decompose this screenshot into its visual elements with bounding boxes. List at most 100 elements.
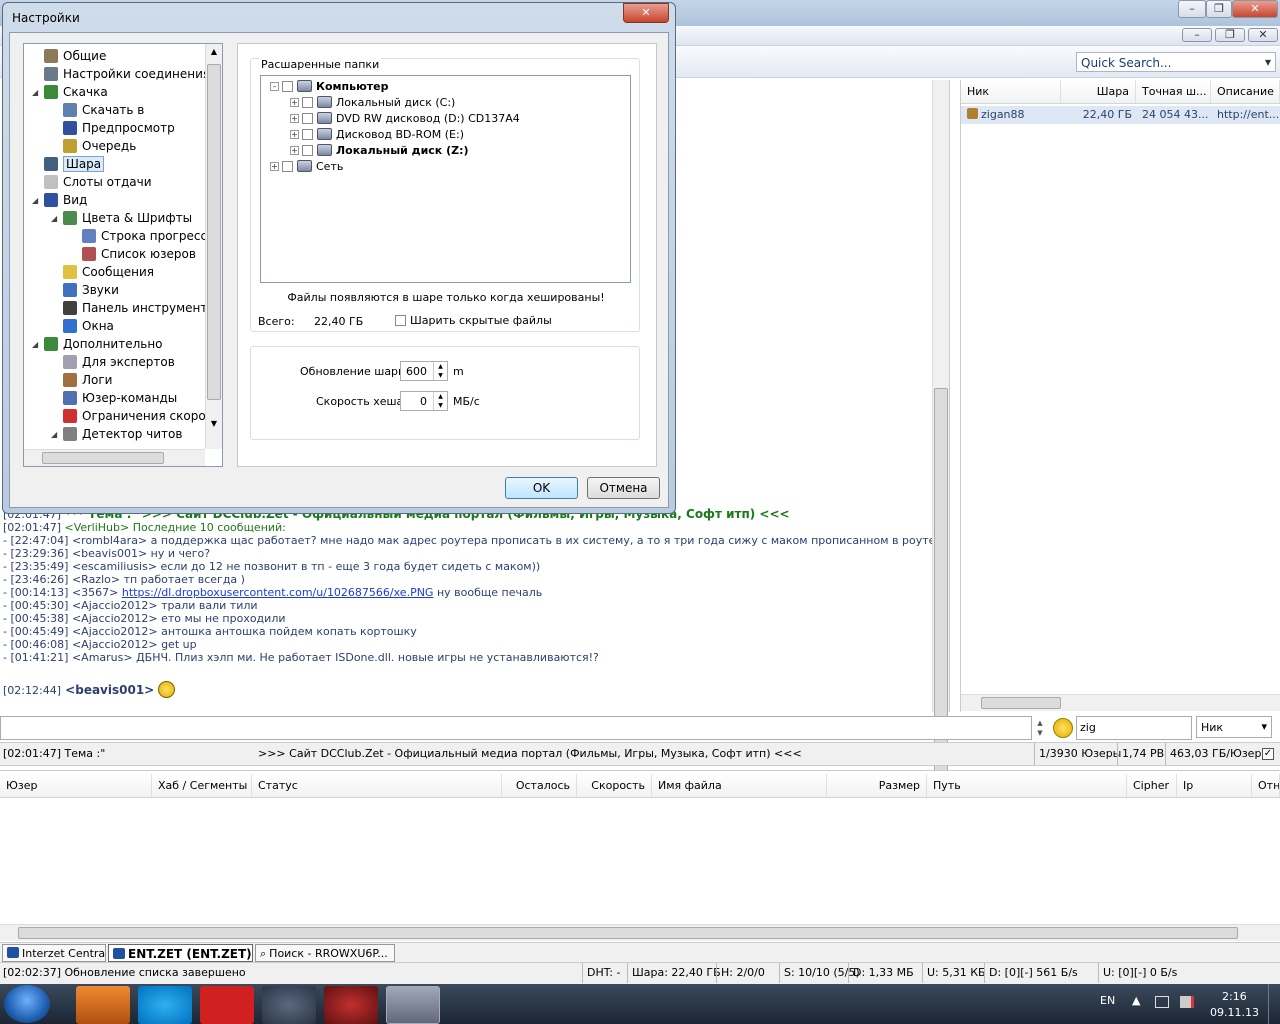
expand-arrow-icon[interactable]: ◢ (32, 88, 44, 97)
minimize-icon[interactable]: – (1178, 0, 1206, 18)
checkbox-icon[interactable] (282, 80, 293, 92)
col-nick[interactable]: Ник (961, 80, 1061, 103)
tab-hub-1[interactable]: Interzet Central... (2, 944, 106, 962)
tree-item[interactable]: ◢ Вид (24, 191, 87, 209)
tree-item[interactable]: ◢ Дополнительно (24, 335, 163, 353)
expand-icon[interactable]: + (290, 145, 299, 155)
checkbox-icon[interactable] (302, 112, 313, 124)
folder-item[interactable]: + Дисковод BD-ROM (E:) (261, 126, 464, 142)
checkbox-icon[interactable] (302, 96, 313, 108)
language-indicator[interactable]: EN (1100, 994, 1115, 1007)
hash-speed-input[interactable]: 0 ▲ ▼ (400, 391, 448, 411)
yandex-browser-icon[interactable] (200, 986, 254, 1024)
mdi-minimize-icon[interactable]: – (1182, 28, 1212, 42)
filter-select[interactable]: Ник ▾ (1196, 716, 1272, 738)
col-status[interactable]: Статус (252, 774, 502, 797)
network-icon[interactable] (1155, 996, 1169, 1008)
tree-item[interactable]: ◢ Скачка (24, 83, 108, 101)
col-cipher[interactable]: Cipher (1127, 774, 1177, 797)
tree-item[interactable]: Слоты отдачи (24, 173, 152, 191)
refresh-input[interactable]: 600 ▲ ▼ (400, 361, 448, 381)
chat-nick[interactable]: <beavis001> (61, 683, 154, 697)
clock-time[interactable]: 2:16 (1222, 990, 1247, 1003)
chat-link[interactable]: https://dl.dropboxusercontent.com/u/1026… (122, 586, 434, 599)
tab-hub-2[interactable]: ENT.ZET (ENT.ZET) (108, 944, 253, 962)
userlist-hscroll[interactable] (961, 694, 1280, 711)
tab-search[interactable]: ⌕ Поиск - RROWXU6P... (255, 944, 395, 962)
col-rel[interactable]: Отн (1252, 774, 1280, 797)
folder-item[interactable]: + DVD RW дисковод (D:) CD137A4 (261, 110, 520, 126)
col-remaining[interactable]: Осталось (502, 774, 577, 797)
spin-up-icon[interactable]: ▲ (433, 362, 447, 371)
tree-item[interactable]: Юзер-команды (24, 389, 177, 407)
ok-button[interactable]: OK (505, 477, 578, 499)
expand-icon[interactable]: + (290, 113, 299, 123)
dc-client-icon[interactable] (386, 986, 440, 1024)
col-share[interactable]: Шара (1061, 80, 1136, 103)
chevron-down-icon[interactable]: ▾ (1265, 55, 1271, 69)
mdi-close-icon[interactable]: ✕ (1248, 28, 1278, 42)
tree-vscroll[interactable]: ▲ ▼ (205, 44, 222, 449)
col-exact[interactable]: Точная ш... (1136, 80, 1211, 103)
transfer-hscroll-thumb[interactable] (18, 927, 1238, 939)
folder-item[interactable]: + Сеть (261, 158, 343, 174)
message-input[interactable] (0, 716, 1032, 740)
tree-item[interactable]: Окна (24, 317, 114, 335)
tree-item[interactable]: Скачать в (24, 101, 144, 119)
show-desktop-button[interactable] (1268, 984, 1280, 1024)
skype-icon[interactable] (138, 986, 192, 1024)
tree-hscroll[interactable] (24, 449, 205, 466)
tree-item[interactable]: ◢ Цвета & Шрифты (24, 209, 192, 227)
cancel-button[interactable]: Отмена (587, 477, 660, 499)
tree-item[interactable]: Очередь (24, 137, 136, 155)
expand-arrow-icon[interactable]: ◢ (51, 214, 63, 223)
close-icon[interactable]: ✕ (1232, 0, 1278, 18)
nick-filter-input[interactable]: zig (1076, 716, 1192, 740)
mdi-restore-icon[interactable]: ❐ (1215, 28, 1245, 42)
tray-arrow-icon[interactable]: ▲ (1132, 994, 1140, 1007)
tree-item[interactable]: Для экспертов (24, 353, 175, 371)
user-row[interactable]: zigan88 22,40 ГБ 24 054 43... http://ent… (961, 106, 1280, 124)
tree-item[interactable]: Список юзеров (24, 245, 196, 263)
dialog-close-icon[interactable]: ✕ (623, 3, 669, 23)
expand-arrow-icon[interactable]: ◢ (32, 196, 44, 205)
checkbox-icon[interactable] (395, 315, 406, 326)
volume-icon[interactable] (1180, 996, 1194, 1008)
emoticon-icon[interactable] (1053, 718, 1073, 738)
expand-arrow-icon[interactable]: ◢ (51, 430, 63, 439)
col-filename[interactable]: Имя файла (652, 774, 827, 797)
transfer-hscroll[interactable] (0, 924, 1280, 941)
tree-item[interactable]: Настройки соединения (24, 65, 210, 83)
checkbox-icon[interactable]: ✓ (1262, 748, 1274, 760)
expand-icon[interactable]: + (290, 97, 299, 107)
maximize-icon[interactable]: ❐ (1206, 0, 1232, 18)
share-hidden-checkbox[interactable]: Шарить скрытые файлы (395, 314, 552, 327)
tree-item[interactable]: Сообщения (24, 263, 154, 281)
quick-search-input[interactable]: Quick Search... ▾ (1076, 52, 1276, 72)
expand-icon[interactable]: + (290, 129, 299, 139)
chat-scrollbar[interactable] (932, 80, 949, 774)
checkbox-icon[interactable] (282, 160, 293, 172)
tree-item[interactable]: Предпросмотр (24, 119, 175, 137)
tree-item[interactable]: Панель инструменто (24, 299, 215, 317)
col-ip[interactable]: Ip (1177, 774, 1252, 797)
col-path[interactable]: Путь (927, 774, 1127, 797)
folder-item[interactable]: + Локальный диск (Z:) (261, 142, 469, 158)
tree-item[interactable]: Логи (24, 371, 112, 389)
tree-hscroll-thumb[interactable] (42, 452, 164, 464)
expand-icon[interactable]: + (270, 161, 279, 171)
checkbox-icon[interactable] (302, 128, 313, 140)
spin-down-icon[interactable]: ▼ (433, 401, 447, 410)
folder-item[interactable]: – Компьютер (261, 78, 389, 94)
col-size[interactable]: Размер (827, 774, 927, 797)
checkbox-icon[interactable] (302, 144, 313, 156)
tree-scroll-up[interactable]: ▲ (206, 44, 222, 60)
tree-item[interactable]: ◢ Детектор читов (24, 425, 182, 443)
tree-item[interactable]: Шара (24, 155, 105, 173)
spin-down-icon[interactable]: ▼ (433, 371, 447, 380)
steam-icon[interactable] (262, 986, 316, 1024)
media-player-icon[interactable] (76, 986, 130, 1024)
col-speed[interactable]: Скорость (577, 774, 652, 797)
tree-scroll-thumb[interactable] (207, 64, 221, 400)
tree-item[interactable]: Ограничения скорос (24, 407, 212, 425)
